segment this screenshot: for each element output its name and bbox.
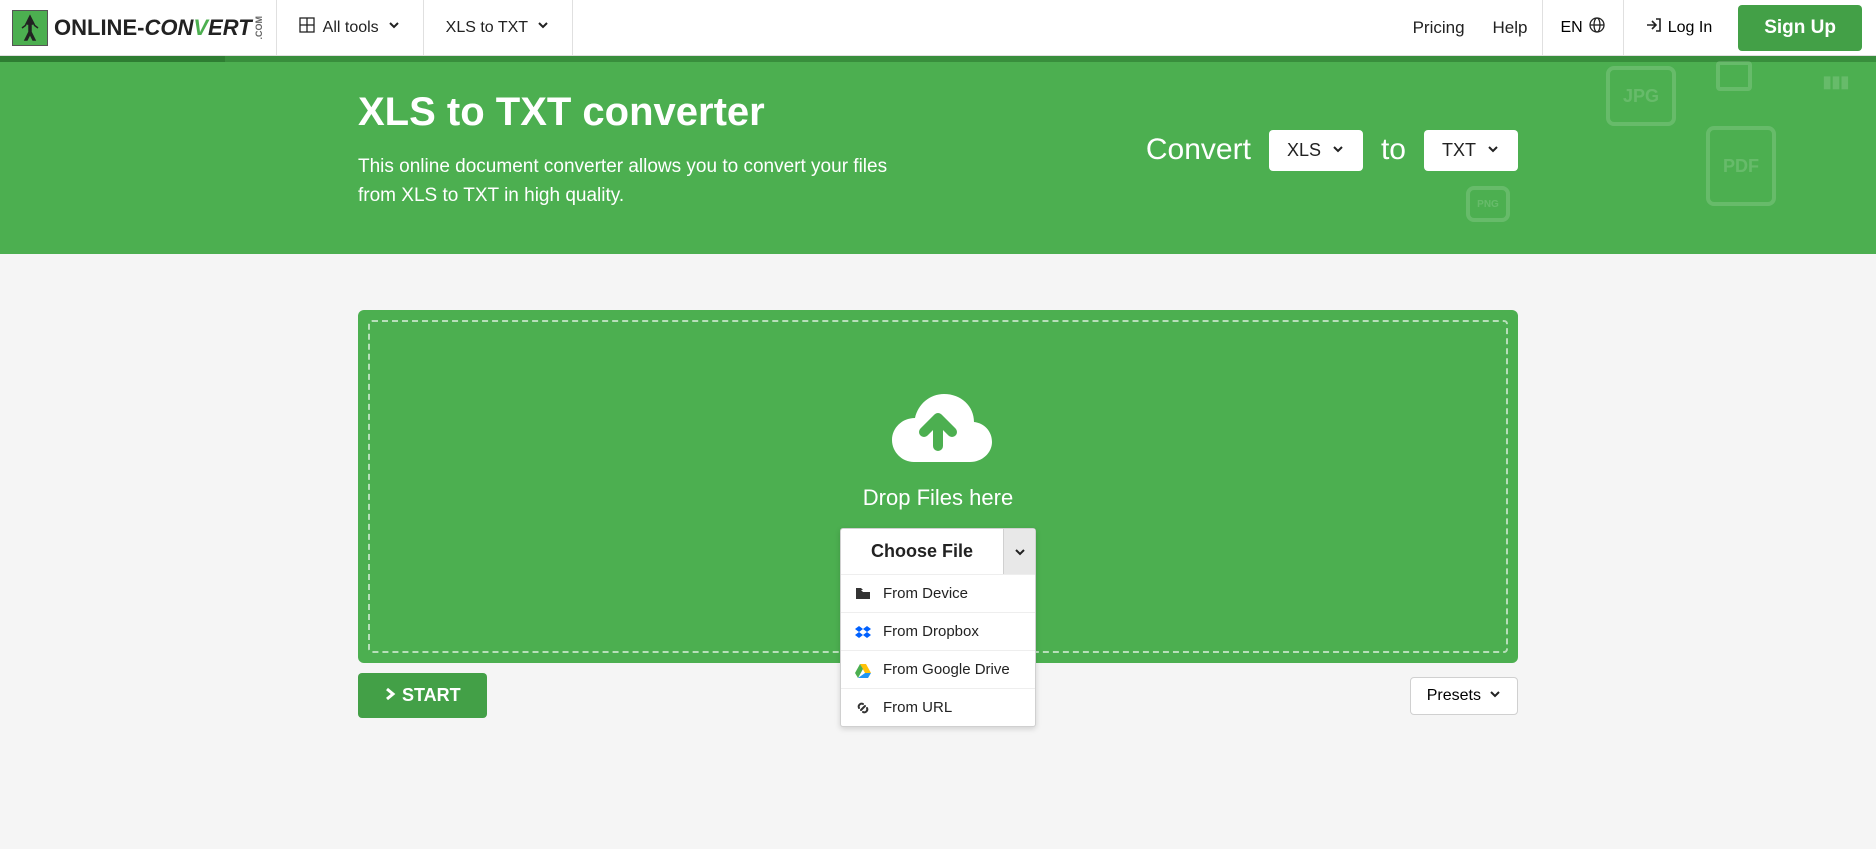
- logo-com: .COM: [254, 16, 264, 40]
- nav-converter[interactable]: XLS to TXT: [423, 0, 573, 56]
- page-title: XLS to TXT converter: [358, 90, 918, 135]
- chevron-down-icon: [536, 18, 550, 37]
- logo-text-ert: ERT: [208, 15, 252, 41]
- chevron-right-icon: [384, 685, 396, 706]
- dropbox-icon: [855, 624, 871, 640]
- to-label: to: [1381, 133, 1406, 167]
- google-drive-icon: [855, 662, 871, 678]
- grid-icon: [299, 17, 315, 38]
- chevron-down-icon: [1486, 140, 1500, 161]
- chevron-down-icon: [1014, 546, 1026, 558]
- convert-selector: Convert XLS to TXT: [1146, 130, 1518, 171]
- nav-all-tools-label: All tools: [323, 19, 379, 37]
- logo-text-online: ONLINE-: [54, 15, 144, 41]
- drop-text: Drop Files here: [863, 485, 1013, 511]
- choose-file-dropdown: Choose File From Device From Dropbox Fro…: [840, 528, 1036, 727]
- menu-from-url[interactable]: From URL: [841, 688, 1035, 726]
- logo-icon: [12, 10, 48, 46]
- nav-language[interactable]: EN: [1542, 0, 1624, 56]
- menu-from-url-label: From URL: [883, 699, 952, 716]
- main: Drop Files here Choose File From Device …: [358, 310, 1518, 718]
- start-label: START: [402, 685, 461, 706]
- from-format-select[interactable]: XLS: [1269, 130, 1363, 171]
- logo[interactable]: ONLINE-CONVERT .COM: [0, 10, 276, 46]
- nav-help[interactable]: Help: [1479, 18, 1542, 38]
- page-description: This online document converter allows yo…: [358, 153, 918, 210]
- nav-converter-label: XLS to TXT: [446, 19, 528, 37]
- cloud-upload-icon: [878, 382, 998, 471]
- menu-from-device-label: From Device: [883, 585, 968, 602]
- menu-from-gdrive-label: From Google Drive: [883, 661, 1010, 678]
- globe-icon: [1589, 17, 1605, 38]
- folder-icon: [855, 586, 871, 602]
- link-icon: [855, 700, 871, 716]
- signup-button[interactable]: Sign Up: [1738, 5, 1862, 51]
- header: ONLINE-CONVERT .COM All tools XLS to TXT…: [0, 0, 1876, 56]
- dropzone[interactable]: Drop Files here Choose File From Device …: [358, 310, 1518, 663]
- choose-file-button[interactable]: Choose File: [841, 529, 1003, 574]
- nav-all-tools[interactable]: All tools: [276, 0, 423, 56]
- logo-text-v: V: [193, 15, 208, 41]
- convert-label: Convert: [1146, 133, 1251, 167]
- start-button[interactable]: START: [358, 673, 487, 718]
- login-label: Log In: [1668, 19, 1712, 37]
- nav-language-label: EN: [1561, 19, 1583, 37]
- nav-right: Pricing Help EN Log In Sign Up: [1399, 0, 1876, 56]
- menu-from-dropbox[interactable]: From Dropbox: [841, 612, 1035, 650]
- nav-pricing[interactable]: Pricing: [1399, 18, 1479, 38]
- to-format-select[interactable]: TXT: [1424, 130, 1518, 171]
- presets-label: Presets: [1427, 687, 1481, 705]
- menu-from-dropbox-label: From Dropbox: [883, 623, 979, 640]
- login-icon: [1646, 17, 1662, 38]
- logo-text-con: CON: [144, 15, 193, 41]
- from-format-value: XLS: [1287, 140, 1321, 161]
- presets-button[interactable]: Presets: [1410, 677, 1518, 715]
- login-button[interactable]: Log In: [1624, 17, 1734, 38]
- chevron-down-icon: [1331, 140, 1345, 161]
- chevron-down-icon: [1489, 687, 1501, 705]
- choose-file-caret[interactable]: [1003, 529, 1035, 574]
- menu-from-gdrive[interactable]: From Google Drive: [841, 650, 1035, 688]
- menu-from-device[interactable]: From Device: [841, 574, 1035, 612]
- hero: JPG PDF PNG ▮▮▮ XLS to TXT converter Thi…: [0, 56, 1876, 254]
- to-format-value: TXT: [1442, 140, 1476, 161]
- chevron-down-icon: [387, 18, 401, 37]
